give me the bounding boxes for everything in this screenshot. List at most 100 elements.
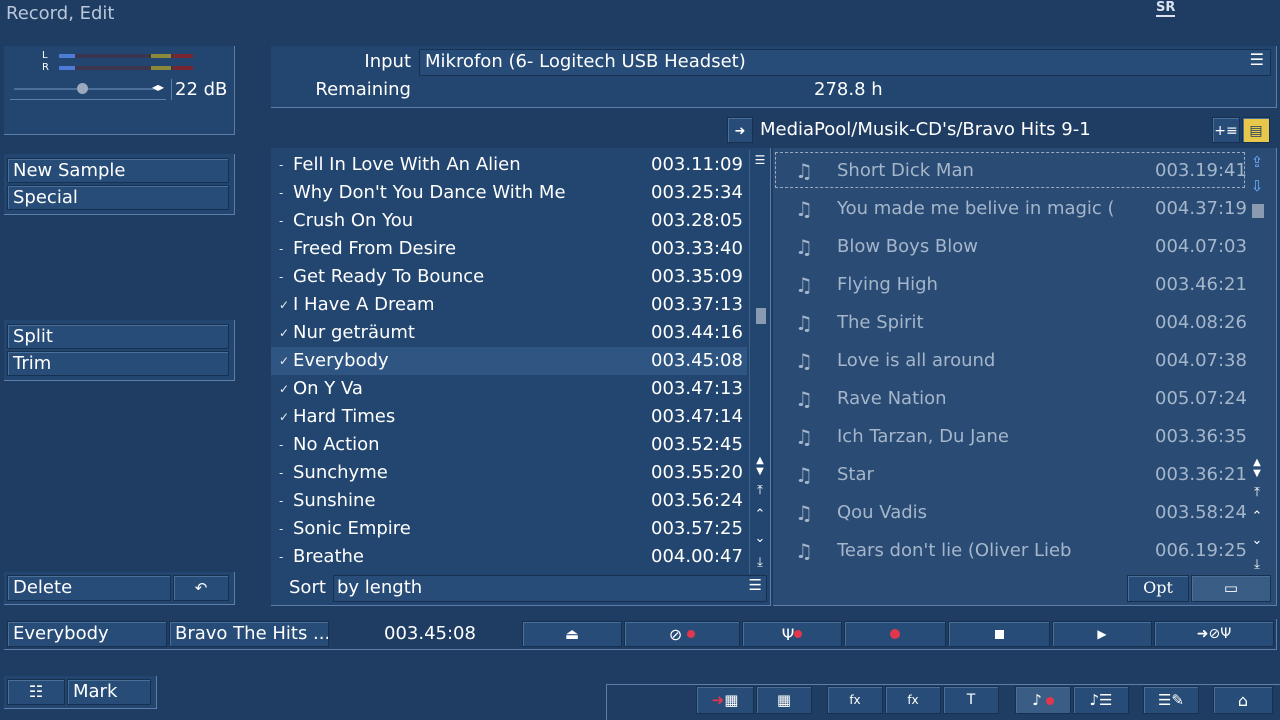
nav-home-button[interactable]: ⌂ <box>1213 686 1273 714</box>
split-button[interactable]: Split <box>7 324 229 349</box>
cd-record-button[interactable]: ⊘ <box>624 621 740 647</box>
sort-menu-icon[interactable]: ☰ <box>749 576 762 594</box>
track-mark[interactable]: - <box>279 207 291 235</box>
track-row[interactable]: - Get Ready To Bounce 003.35:09 <box>271 263 747 291</box>
input-source-field[interactable]: Mikrofon (6- Logitech USB Headset) ☰ <box>419 49 1271 76</box>
nav-audio-record-button[interactable]: ♪ <box>1015 686 1071 714</box>
track-mark[interactable]: - <box>279 263 291 291</box>
track-mark[interactable]: ✓ <box>279 319 291 347</box>
track-list-scrollbar[interactable]: ☰ ▲ ▼ ⤒ ⌃ ⌄ ⤓ <box>749 150 770 574</box>
gain-arrows-icon[interactable]: ◂▸ <box>152 80 164 94</box>
undo-icon: ↶ <box>194 579 208 597</box>
track-mark[interactable]: ✓ <box>279 291 291 319</box>
track-row[interactable]: - Sunchyme 003.55:20 <box>271 459 747 487</box>
pool-scroll-down-icon[interactable]: ⌄ <box>1247 530 1267 550</box>
pool-title: Flying High <box>837 274 938 295</box>
track-row[interactable]: - No Action 003.52:45 <box>271 431 747 459</box>
pool-row[interactable]: ♫ Tears don't lie (Oliver Lieb 006.19:25 <box>775 532 1247 570</box>
pool-drive-button[interactable]: ▭ <box>1191 575 1271 602</box>
pool-row[interactable]: ♫ Blow Boys Blow 004.07:03 <box>775 228 1247 266</box>
undo-delete-button[interactable]: ↶ <box>173 575 229 601</box>
track-mark[interactable]: ✓ <box>279 375 291 403</box>
pool-duration: 004.07:03 <box>1155 236 1247 257</box>
new-sample-button[interactable]: New Sample <box>7 158 229 183</box>
pool-row[interactable]: ♫ The Spirit 004.08:26 <box>775 304 1247 342</box>
pool-scroll-thumb[interactable] <box>1252 204 1264 218</box>
gain-slider[interactable] <box>10 79 166 100</box>
pool-upload-top-icon[interactable]: ⇪ <box>1247 152 1267 172</box>
menu-icon[interactable]: ☰ <box>1250 50 1264 69</box>
add-to-list-button[interactable]: +≡ <box>1212 117 1240 143</box>
pool-scrollbar[interactable]: ⇪ ⇩ ▲ ▼ ⤒ ⌃ ⌄ ⤓ <box>1247 152 1269 572</box>
track-mark[interactable]: - <box>279 235 291 263</box>
scroll-bottom-icon[interactable]: ⤓ <box>750 552 770 572</box>
nav-audio-list-button[interactable]: ♪☰ <box>1073 686 1129 714</box>
opt-button[interactable]: Opt <box>1127 575 1189 602</box>
play-button[interactable]: ▶ <box>1052 621 1152 647</box>
track-row[interactable]: - Sunshine 003.56:24 <box>271 487 747 515</box>
delete-button[interactable]: Delete <box>7 575 171 601</box>
scroll-updown-icon[interactable]: ▲ ▼ <box>750 455 770 477</box>
track-row[interactable]: - Crush On You 003.28:05 <box>271 207 747 235</box>
scroll-up-icon[interactable]: ⌃ <box>750 504 770 524</box>
pool-folder-button[interactable]: ▤ <box>1242 117 1270 143</box>
gain-slider-knob[interactable] <box>77 83 88 94</box>
track-mark[interactable]: - <box>279 543 291 571</box>
pool-row[interactable]: ♫ Star 003.36:21 <box>775 456 1247 494</box>
pool-row[interactable]: ♫ Love is all around 004.07:38 <box>775 342 1247 380</box>
pool-row[interactable]: ♫ Ich Tarzan, Du Jane 003.36:35 <box>775 418 1247 456</box>
trim-button[interactable]: Trim <box>7 351 229 376</box>
track-row[interactable]: ✓ Everybody 003.45:08 <box>271 347 747 375</box>
mark-button[interactable]: Mark <box>67 679 151 705</box>
scroll-thumb[interactable] <box>756 308 766 324</box>
special-button[interactable]: Special <box>7 185 229 210</box>
record-button[interactable] <box>844 621 946 647</box>
track-row[interactable]: - Sonic Empire 003.57:25 <box>271 515 747 543</box>
pool-row[interactable]: ♫ You made me belive in magic (004.37:19 <box>775 190 1247 228</box>
track-row[interactable]: ✓ On Y Va 003.47:13 <box>271 375 747 403</box>
transfer-button[interactable]: ➜⊘Ψ <box>1154 621 1274 647</box>
usb-record-dot-icon <box>794 630 803 638</box>
track-row[interactable]: ✓ Hard Times 003.47:14 <box>271 403 747 431</box>
nav-storyboard-button[interactable]: ▦ <box>756 686 812 714</box>
nav-import-button[interactable]: ➜▦ <box>696 686 754 714</box>
eject-button[interactable]: ⏏ <box>522 621 622 647</box>
nav-fx-transition-button[interactable]: fx <box>885 686 941 714</box>
track-row[interactable]: ✓ Nur geträumt 003.44:16 <box>271 319 747 347</box>
track-row[interactable]: - Breathe 004.00:47 <box>271 543 747 571</box>
track-row[interactable]: ✓ I Have A Dream 003.37:13 <box>271 291 747 319</box>
mark-menu-button[interactable]: ☷ <box>7 679 65 705</box>
usb-record-button[interactable]: Ψ <box>742 621 842 647</box>
pool-upload-icon[interactable]: ⇩ <box>1247 176 1267 196</box>
track-mark[interactable]: - <box>279 179 291 207</box>
pool-duration: 005.07:24 <box>1155 388 1247 409</box>
nav-settings-button[interactable]: ☰✎ <box>1143 686 1199 714</box>
track-row[interactable]: - Freed From Desire 003.33:40 <box>271 235 747 263</box>
track-mark[interactable]: ✓ <box>279 347 291 375</box>
sort-select[interactable]: by length ☰ <box>333 575 767 602</box>
pool-arrow-button[interactable]: ➜ <box>727 117 753 143</box>
track-mark[interactable]: - <box>279 515 291 543</box>
track-row[interactable]: - Fell In Love With An Alien 003.11:09 <box>271 151 747 179</box>
music-note-icon: ♫ <box>795 425 813 449</box>
stop-button[interactable] <box>948 621 1050 647</box>
nav-title-button[interactable]: T <box>943 686 999 714</box>
gain-db-value: 22 dB <box>171 79 227 100</box>
pool-row[interactable]: ♫ Rave Nation 005.07:24 <box>775 380 1247 418</box>
track-mark[interactable]: ✓ <box>279 403 291 431</box>
scroll-top-icon[interactable]: ⤒ <box>750 480 770 500</box>
track-row[interactable]: - Why Don't You Dance With Me 003.25:34 <box>271 179 747 207</box>
scroll-down-icon[interactable]: ⌄ <box>750 528 770 548</box>
pool-scroll-updown-icon[interactable]: ▲ ▼ <box>1247 457 1267 479</box>
pool-scroll-bottom-icon[interactable]: ⤓ <box>1247 554 1267 574</box>
pool-row[interactable]: ♫ Flying High 003.46:21 <box>775 266 1247 304</box>
pool-row[interactable]: ♫ Qou Vadis 003.58:24 <box>775 494 1247 532</box>
track-mark[interactable]: - <box>279 431 291 459</box>
track-mark[interactable]: - <box>279 459 291 487</box>
track-mark[interactable]: - <box>279 151 291 179</box>
list-menu-icon[interactable]: ☰ <box>750 150 770 170</box>
track-mark[interactable]: - <box>279 487 291 515</box>
pool-scroll-up-icon[interactable]: ⌃ <box>1247 506 1267 526</box>
nav-fx-button[interactable]: fx <box>827 686 883 714</box>
pool-scroll-top-icon[interactable]: ⤒ <box>1247 482 1267 502</box>
